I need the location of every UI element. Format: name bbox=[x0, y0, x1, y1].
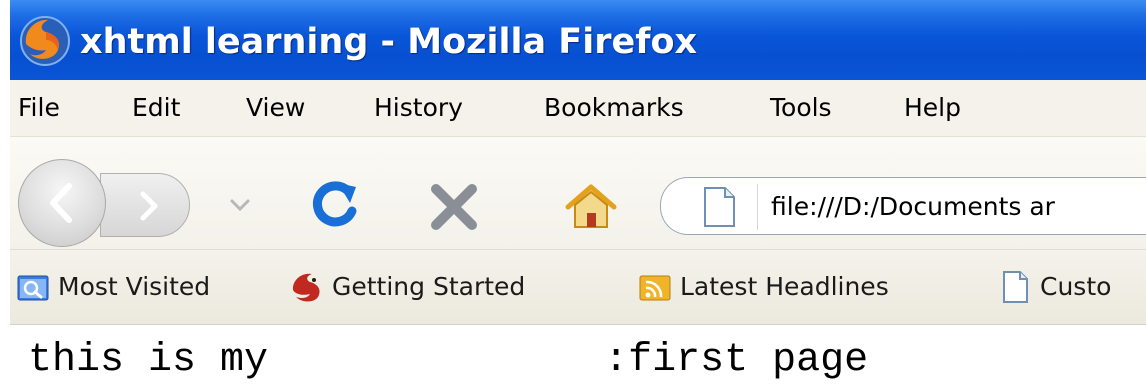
back-arrow-icon bbox=[50, 183, 72, 223]
browser-window: xhtml learning - Mozilla Firefox File Ed… bbox=[10, 0, 1146, 384]
home-icon[interactable] bbox=[564, 181, 618, 233]
menu-bar: File Edit View History Bookmarks Tools H… bbox=[10, 80, 1146, 137]
window-title: xhtml learning - Mozilla Firefox bbox=[80, 22, 698, 62]
url-divider bbox=[757, 184, 758, 230]
back-button[interactable] bbox=[18, 159, 106, 247]
rss-feed-icon bbox=[639, 275, 671, 301]
menu-help[interactable]: Help bbox=[904, 90, 961, 126]
page-icon bbox=[1003, 271, 1028, 303]
menu-tools[interactable]: Tools bbox=[770, 90, 832, 126]
firefox-icon bbox=[20, 16, 70, 66]
menu-view[interactable]: View bbox=[246, 90, 305, 126]
title-bar[interactable]: xhtml learning - Mozilla Firefox bbox=[10, 0, 1146, 80]
menu-history[interactable]: History bbox=[374, 90, 463, 126]
menu-bookmarks[interactable]: Bookmarks bbox=[544, 90, 684, 126]
navigation-toolbar: file:///D:/Documents ar bbox=[10, 137, 1146, 250]
page-icon bbox=[704, 187, 735, 227]
bookmark-latest-headlines[interactable]: Latest Headlines bbox=[638, 268, 978, 306]
menu-edit[interactable]: Edit bbox=[132, 90, 180, 126]
page-content: this is my :first page bbox=[10, 325, 1146, 384]
page-text: this is my :first page bbox=[28, 338, 869, 383]
address-bar[interactable]: file:///D:/Documents ar bbox=[660, 177, 1146, 235]
bookmark-custo[interactable]: Custo bbox=[998, 268, 1146, 306]
bookmarks-toolbar: Most Visited Getting Started Latest Head… bbox=[10, 250, 1146, 325]
left-edge bbox=[0, 0, 10, 384]
bookmark-label: Latest Headlines bbox=[680, 272, 889, 301]
bookmark-label: Most Visited bbox=[58, 272, 211, 301]
bookmark-most-visited[interactable]: Most Visited bbox=[16, 268, 276, 306]
reload-icon[interactable] bbox=[308, 177, 364, 233]
stop-icon[interactable] bbox=[428, 181, 480, 233]
firefox-icon bbox=[292, 273, 320, 302]
bookmark-label: Custo bbox=[1040, 272, 1112, 301]
forward-arrow-icon bbox=[140, 191, 158, 221]
url-input[interactable]: file:///D:/Documents ar bbox=[771, 186, 1055, 228]
bookmark-getting-started[interactable]: Getting Started bbox=[290, 268, 620, 306]
folder-search-icon bbox=[17, 275, 49, 301]
chevron-down-icon[interactable] bbox=[228, 195, 252, 215]
forward-button[interactable] bbox=[100, 173, 190, 237]
bookmark-label: Getting Started bbox=[332, 272, 526, 301]
menu-file[interactable]: File bbox=[18, 90, 60, 126]
